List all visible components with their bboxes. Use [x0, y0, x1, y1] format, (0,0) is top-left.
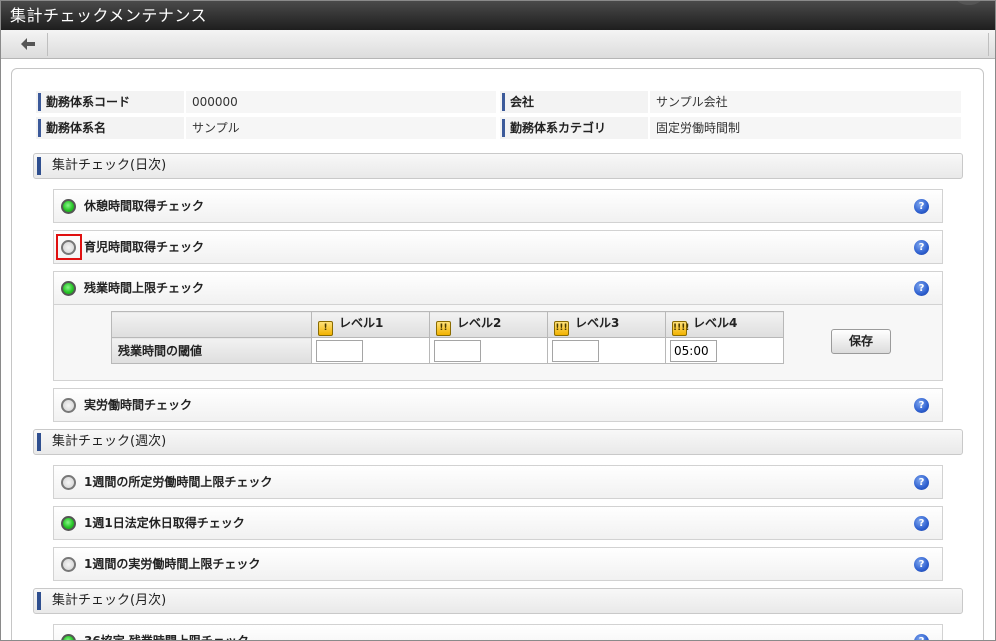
window-corner-decoration: [955, 1, 983, 5]
level2-cell: [429, 337, 548, 364]
check-row-break-time: 休憩時間取得チェック ?: [53, 189, 943, 223]
company-value: サンプル会社: [650, 91, 961, 113]
level3-input[interactable]: [552, 339, 599, 362]
check-label: 休憩時間取得チェック: [84, 199, 205, 213]
section-header-monthly: 集計チェック(月次): [33, 588, 963, 614]
help-icon[interactable]: ?: [914, 634, 929, 640]
help-icon[interactable]: ?: [914, 398, 929, 413]
check-row-weekly-scheduled-limit: 1週間の所定労働時間上限チェック ?: [53, 465, 943, 499]
app-window: 集計チェックメンテナンス 勤務体系コード 000000 会社 サンプル会社 勤務…: [0, 0, 996, 641]
level1-header: ! レベル1: [311, 311, 430, 338]
toggle-radio[interactable]: [61, 281, 76, 296]
threshold-corner-cell: [111, 311, 312, 338]
check-row-weekly-actual-limit: 1週間の実労働時間上限チェック ?: [53, 547, 943, 581]
check-row-weekly-legal-holiday: 1週1日法定休日取得チェック ?: [53, 506, 943, 540]
toolbar-divider: [988, 33, 989, 56]
level2-warning-icon: !!: [436, 320, 451, 336]
level4-warning-icon: !!!!: [672, 320, 689, 336]
toolbar: [1, 30, 995, 59]
help-icon[interactable]: ?: [914, 281, 929, 296]
back-button[interactable]: [9, 33, 48, 56]
window-title: 集計チェックメンテナンス: [10, 6, 208, 25]
level4-header: !!!! レベル4: [665, 311, 784, 338]
check-label: 実労働時間チェック: [84, 398, 193, 412]
help-icon[interactable]: ?: [914, 475, 929, 490]
toggle-radio[interactable]: [61, 398, 76, 413]
company-label: 会社: [500, 91, 648, 113]
help-icon[interactable]: ?: [914, 199, 929, 214]
work-system-code-value: 000000: [186, 91, 496, 113]
toggle-radio[interactable]: [61, 475, 76, 490]
toggle-radio[interactable]: [61, 199, 76, 214]
save-button[interactable]: 保存: [831, 329, 891, 354]
toggle-radio[interactable]: [61, 557, 76, 572]
threshold-row-label: 残業時間の閾値: [111, 337, 312, 364]
check-label: 36協定 残業時間上限チェック: [84, 634, 249, 641]
level4-label: レベル4: [693, 315, 738, 330]
section-header-weekly: 集計チェック(週次): [33, 429, 963, 455]
section-title: 集計チェック(週次): [52, 434, 167, 449]
check-row-overtime-limit: 残業時間上限チェック ?: [53, 271, 943, 305]
level1-input[interactable]: [316, 339, 363, 362]
overtime-threshold-panel: ! レベル1 !! レベル2 !!! レベル3 !!!! レベル4 残業時間の閾値 保存: [53, 305, 943, 381]
work-system-category-label: 勤務体系カテゴリ: [500, 117, 648, 139]
section-title: 集計チェック(月次): [52, 593, 167, 608]
work-system-category-value: 固定労働時間制: [650, 117, 961, 139]
level1-warning-icon: !: [318, 320, 333, 336]
title-bar: 集計チェックメンテナンス: [1, 1, 995, 30]
section-header-daily: 集計チェック(日次): [33, 153, 963, 179]
help-icon[interactable]: ?: [914, 240, 929, 255]
toggle-radio[interactable]: [61, 240, 76, 255]
check-label: 育児時間取得チェック: [84, 240, 205, 254]
check-row-actual-work-time: 実労働時間チェック ?: [53, 388, 943, 422]
level4-input[interactable]: [670, 339, 717, 362]
level3-warning-icon: !!!: [554, 320, 569, 336]
help-icon[interactable]: ?: [914, 557, 929, 572]
level3-cell: [547, 337, 666, 364]
toggle-radio[interactable]: [61, 516, 76, 531]
check-row-childcare-time: 育児時間取得チェック ?: [53, 230, 943, 264]
level3-header: !!! レベル3: [547, 311, 666, 338]
check-label: 1週間の所定労働時間上限チェック: [84, 475, 273, 489]
level2-label: レベル2: [457, 315, 502, 330]
check-row-36-agreement-overtime: 36協定 残業時間上限チェック ?: [53, 624, 943, 641]
level2-header: !! レベル2: [429, 311, 548, 338]
level1-cell: [311, 337, 430, 364]
help-icon[interactable]: ?: [914, 516, 929, 531]
level4-cell: [665, 337, 784, 364]
check-label: 残業時間上限チェック: [84, 281, 205, 295]
work-system-name-label: 勤務体系名: [36, 117, 184, 139]
check-label: 1週間の実労働時間上限チェック: [84, 557, 261, 571]
level3-label: レベル3: [575, 315, 620, 330]
level1-label: レベル1: [339, 315, 384, 330]
work-system-name-value: サンプル: [186, 117, 496, 139]
threshold-table: ! レベル1 !! レベル2 !!! レベル3 !!!! レベル4 残業時間の閾値: [111, 311, 784, 364]
level2-input[interactable]: [434, 339, 481, 362]
section-title: 集計チェック(日次): [52, 158, 167, 173]
back-arrow-icon: [21, 38, 35, 50]
work-system-code-label: 勤務体系コード: [36, 91, 184, 113]
check-label: 1週1日法定休日取得チェック: [84, 516, 245, 530]
toggle-radio[interactable]: [61, 634, 76, 640]
